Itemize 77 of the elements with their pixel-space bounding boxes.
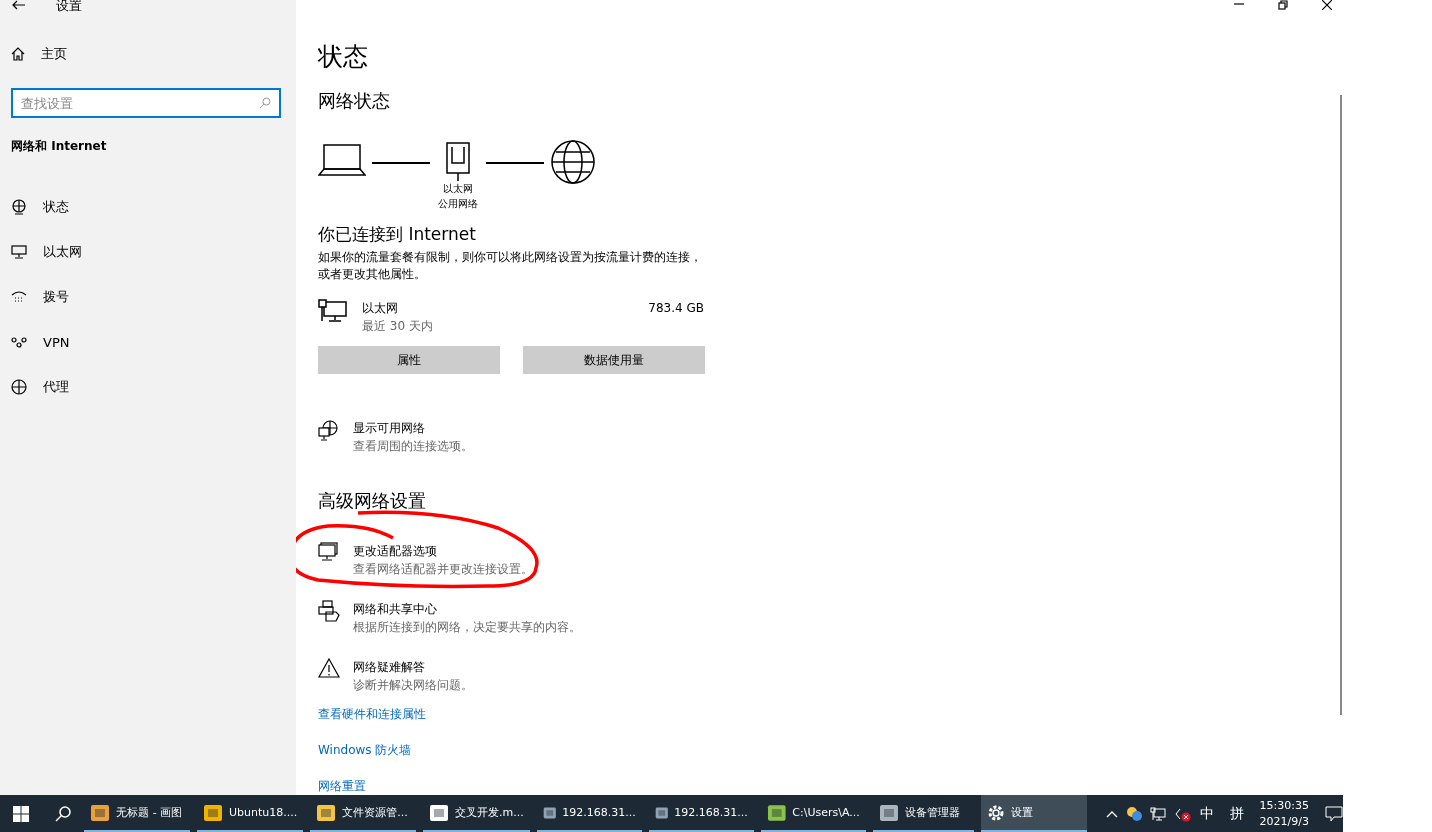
monitor-icon bbox=[318, 542, 340, 562]
warning-icon bbox=[318, 658, 340, 678]
nav-item[interactable]: 拨号 bbox=[43, 288, 69, 306]
option-title[interactable]: 网络疑难解答 bbox=[353, 658, 473, 676]
option-description: 诊断并解决网络问题。 bbox=[353, 677, 473, 694]
settings-link[interactable]: 查看硬件和连接属性 bbox=[318, 706, 1432, 723]
settings-link[interactable]: Windows 防火墙 bbox=[318, 742, 1432, 759]
taskbar-app[interactable]: Ubuntu18.... bbox=[197, 795, 304, 832]
option-title[interactable]: 网络和共享中心 bbox=[353, 600, 581, 618]
usage-period: 最近 30 天内 bbox=[362, 318, 434, 335]
home-icon bbox=[11, 47, 25, 61]
phone-icon bbox=[11, 290, 27, 304]
taskbar-app[interactable]: 交叉开发.m... bbox=[423, 795, 530, 832]
adapter-name: 以太网 bbox=[362, 300, 399, 317]
option-title[interactable]: 更改适配器选项 bbox=[353, 542, 533, 560]
globe-icon bbox=[550, 139, 596, 185]
app-icon bbox=[90, 802, 111, 823]
section-heading: 网络状态 bbox=[318, 89, 391, 113]
nav-item[interactable]: VPN bbox=[43, 334, 70, 350]
taskbar-app[interactable]: C:\Users\A... bbox=[760, 795, 866, 832]
restore-icon[interactable] bbox=[1278, 0, 1288, 10]
usage-amount: 783.4 GB bbox=[648, 300, 704, 317]
action-button[interactable]: 属性 bbox=[318, 346, 500, 374]
connection-description: 如果你的流量套餐有限制，则你可以将此网络设置为按流量计费的连接，或者更改其他属性。 bbox=[318, 249, 703, 283]
monitor-icon bbox=[11, 245, 27, 259]
ethernet-port-icon bbox=[445, 141, 471, 181]
section-heading: 高级网络设置 bbox=[318, 489, 427, 513]
people-icon[interactable] bbox=[1125, 805, 1142, 822]
globe-monitor-icon bbox=[11, 199, 27, 215]
network-icon[interactable] bbox=[1149, 806, 1166, 821]
printer-folder-icon bbox=[318, 600, 340, 622]
globe-icon bbox=[11, 379, 27, 395]
section-heading: 网络和 Internet bbox=[11, 138, 108, 155]
laptop-icon bbox=[318, 141, 366, 177]
back-arrow-icon[interactable] bbox=[12, 0, 26, 10]
monitor-icon bbox=[318, 299, 348, 323]
chevron-up-icon[interactable] bbox=[1105, 809, 1118, 818]
diagram-label: 以太网 bbox=[443, 182, 473, 196]
option-description: 查看网络适配器并更改连接设置。 bbox=[353, 561, 533, 578]
settings-link[interactable]: 网络重置 bbox=[318, 778, 1432, 795]
connection-heading: 你已连接到 Internet bbox=[318, 223, 477, 245]
input-language[interactable]: 中 bbox=[1199, 804, 1214, 823]
taskbar-app[interactable]: 192.168.31... bbox=[648, 795, 754, 832]
option-title[interactable]: 显示可用网络 bbox=[353, 419, 473, 437]
app-icon bbox=[878, 802, 899, 823]
search-icon[interactable] bbox=[55, 805, 72, 822]
minimize-icon[interactable] bbox=[1234, 0, 1244, 6]
app-icon bbox=[316, 802, 337, 823]
app-icon bbox=[203, 802, 223, 823]
vpn-icon bbox=[11, 336, 27, 348]
nav-item[interactable]: 以太网 bbox=[43, 243, 82, 261]
taskbar-app[interactable]: 无标题 - 画图 bbox=[84, 795, 190, 832]
page-title: 状态 bbox=[318, 41, 369, 73]
taskbar-app[interactable]: 192.168.31... bbox=[536, 795, 642, 832]
window-title: 设置 bbox=[56, 0, 82, 12]
nav-item[interactable]: 代理 bbox=[43, 378, 69, 396]
windows-logo-icon[interactable] bbox=[13, 805, 30, 822]
taskbar-app[interactable]: 文件资源管... bbox=[310, 795, 417, 832]
diagram-label: 公用网络 bbox=[438, 197, 478, 211]
nav-item[interactable]: 状态 bbox=[43, 198, 69, 216]
taskbar-app[interactable]: 设置 bbox=[980, 795, 1087, 832]
close-icon[interactable] bbox=[1322, 0, 1332, 10]
option-description: 查看周围的连接选项。 bbox=[353, 438, 473, 455]
input-mode[interactable]: 拼 bbox=[1229, 804, 1244, 823]
clock[interactable]: 15:30:35 2021/9/3 bbox=[1259, 797, 1309, 830]
search-icon bbox=[259, 97, 271, 109]
option-description: 根据所连接到的网络，决定要共享的内容。 bbox=[353, 619, 581, 636]
search-field[interactable]: 查找设置 bbox=[11, 88, 281, 118]
gear-icon bbox=[986, 803, 1005, 822]
app-icon bbox=[766, 802, 787, 823]
scrollbar[interactable] bbox=[1340, 95, 1342, 715]
notification-icon[interactable] bbox=[1325, 805, 1343, 822]
app-icon bbox=[429, 802, 450, 823]
home-link[interactable]: 主页 bbox=[41, 45, 67, 63]
action-button[interactable]: 数据使用量 bbox=[523, 346, 705, 374]
globe-monitor-icon bbox=[318, 419, 340, 441]
taskbar-app[interactable]: 设备管理器 bbox=[872, 795, 974, 832]
